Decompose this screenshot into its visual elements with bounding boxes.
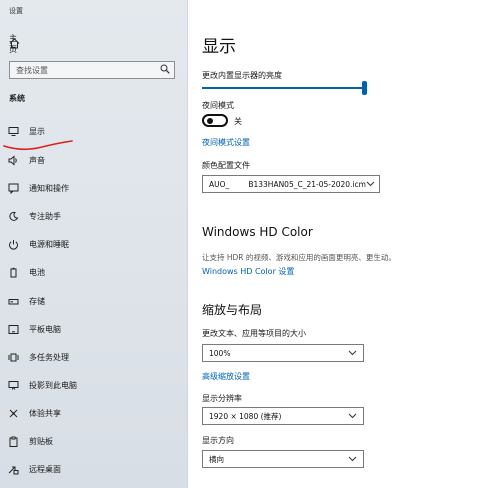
sidebar-item-project[interactable]: 投影到此电脑 (8, 378, 178, 392)
project-icon (8, 380, 19, 391)
chevron-down-icon (348, 454, 357, 465)
scale-value: 100% (209, 348, 231, 358)
section-title: 系统 (9, 94, 25, 103)
sidebar-item-label: 投影到此电脑 (29, 380, 77, 390)
monitor-icon (8, 126, 19, 137)
night-mode-state: 关 (234, 117, 242, 126)
sidebar-item-sound[interactable]: 声音 (8, 153, 178, 167)
night-mode-toggle[interactable] (202, 114, 228, 127)
orientation-dropdown[interactable]: 横向 (202, 450, 364, 468)
sidebar-item-label: 剪贴板 (29, 436, 53, 446)
sidebar-item-label: 电源和睡眠 (29, 239, 69, 249)
color-profile-label: 颜色配置文件 (202, 161, 250, 170)
chevron-down-icon (366, 179, 375, 190)
orientation-value: 横向 (209, 454, 224, 464)
tablet-icon (8, 324, 19, 335)
search-placeholder: 查找设置 (16, 65, 48, 75)
scale-label: 更改文本、应用等项目的大小 (202, 329, 306, 338)
orientation-label: 显示方向 (202, 436, 234, 445)
home-label: 主页 (9, 34, 17, 54)
brightness-label: 更改内置显示器的亮度 (202, 71, 282, 80)
scale-dropdown[interactable]: 100% (202, 344, 364, 362)
hd-color-settings-link[interactable]: Windows HD Color 设置 (202, 266, 294, 277)
color-profile-dropdown[interactable]: AUO_ B133HAN05_C_21-05-2020.icm (202, 175, 380, 193)
notification-icon (8, 183, 19, 194)
main-content: 显示 更改内置显示器的亮度 夜间模式 关 夜间模式设置 颜色配置文件 AUO_ … (188, 0, 500, 488)
page-title: 显示 (202, 37, 236, 57)
advanced-scaling-link[interactable]: 高级缩放设置 (202, 371, 250, 382)
search-icon (160, 64, 170, 76)
sidebar-item-label: 电池 (29, 267, 45, 277)
sidebar-item-label: 存储 (29, 296, 45, 306)
night-mode-settings-link[interactable]: 夜间模式设置 (202, 137, 250, 148)
brightness-slider-fill (202, 87, 364, 89)
sidebar-item-label: 显示 (29, 126, 45, 136)
resolution-label: 显示分辨率 (202, 394, 242, 403)
speaker-icon (8, 154, 19, 166)
search-input[interactable]: 查找设置 (9, 61, 175, 79)
hd-color-title: Windows HD Color (202, 225, 313, 239)
storage-icon (8, 296, 19, 307)
sidebar-item-tablet[interactable]: 平板电脑 (8, 322, 178, 336)
sidebar-item-label: 体验共享 (29, 408, 61, 418)
battery-icon (8, 267, 19, 278)
window-title: 设置 (9, 7, 23, 15)
sidebar-item-label: 远程桌面 (29, 464, 61, 474)
power-icon (8, 239, 19, 250)
sidebar-item-remote-desktop[interactable]: 远程桌面 (8, 462, 178, 476)
sidebar-item-display[interactable]: 显示 (8, 124, 178, 138)
remote-icon (8, 464, 19, 475)
hd-color-description: 让支持 HDR 的视频、游戏和应用的画面更明亮、更生动。 (202, 253, 396, 262)
sidebar: 设置 主页 查找设置 系统 显示 声音 通知和操作 专注助手 电源和睡眠 电池 … (0, 0, 188, 488)
sidebar-item-storage[interactable]: 存储 (8, 294, 178, 308)
sidebar-item-label: 声音 (29, 155, 45, 165)
sidebar-item-label: 通知和操作 (29, 183, 69, 193)
toggle-knob (207, 118, 213, 124)
sidebar-item-label: 多任务处理 (29, 352, 69, 362)
share-icon (8, 408, 19, 419)
brightness-slider-thumb[interactable] (362, 81, 367, 95)
brightness-slider[interactable] (202, 81, 367, 95)
chevron-down-icon (348, 411, 357, 422)
resolution-dropdown[interactable]: 1920 × 1080 (推荐) (202, 407, 364, 425)
multitask-icon (8, 352, 19, 363)
sidebar-item-multitasking[interactable]: 多任务处理 (8, 350, 178, 364)
red-underline-annotation (3, 140, 73, 151)
sidebar-item-battery[interactable]: 电池 (8, 265, 178, 279)
sidebar-item-shared-experiences[interactable]: 体验共享 (8, 406, 178, 420)
moon-icon (8, 211, 19, 222)
night-mode-label: 夜间模式 (202, 101, 234, 110)
sidebar-item-label: 平板电脑 (29, 324, 61, 334)
sidebar-item-label: 专注助手 (29, 211, 61, 221)
clipboard-icon (8, 436, 19, 447)
chevron-down-icon (348, 348, 357, 359)
home-nav-item[interactable]: 主页 (9, 34, 20, 54)
sidebar-item-clipboard[interactable]: 剪贴板 (8, 434, 178, 448)
sidebar-item-notifications[interactable]: 通知和操作 (8, 181, 178, 195)
sidebar-item-focus-assist[interactable]: 专注助手 (8, 209, 178, 223)
color-profile-value: AUO_ B133HAN05_C_21-05-2020.icm (209, 179, 366, 189)
resolution-value: 1920 × 1080 (推荐) (209, 411, 282, 421)
layout-title: 缩放与布局 (202, 303, 263, 317)
sidebar-item-power-sleep[interactable]: 电源和睡眠 (8, 237, 178, 251)
